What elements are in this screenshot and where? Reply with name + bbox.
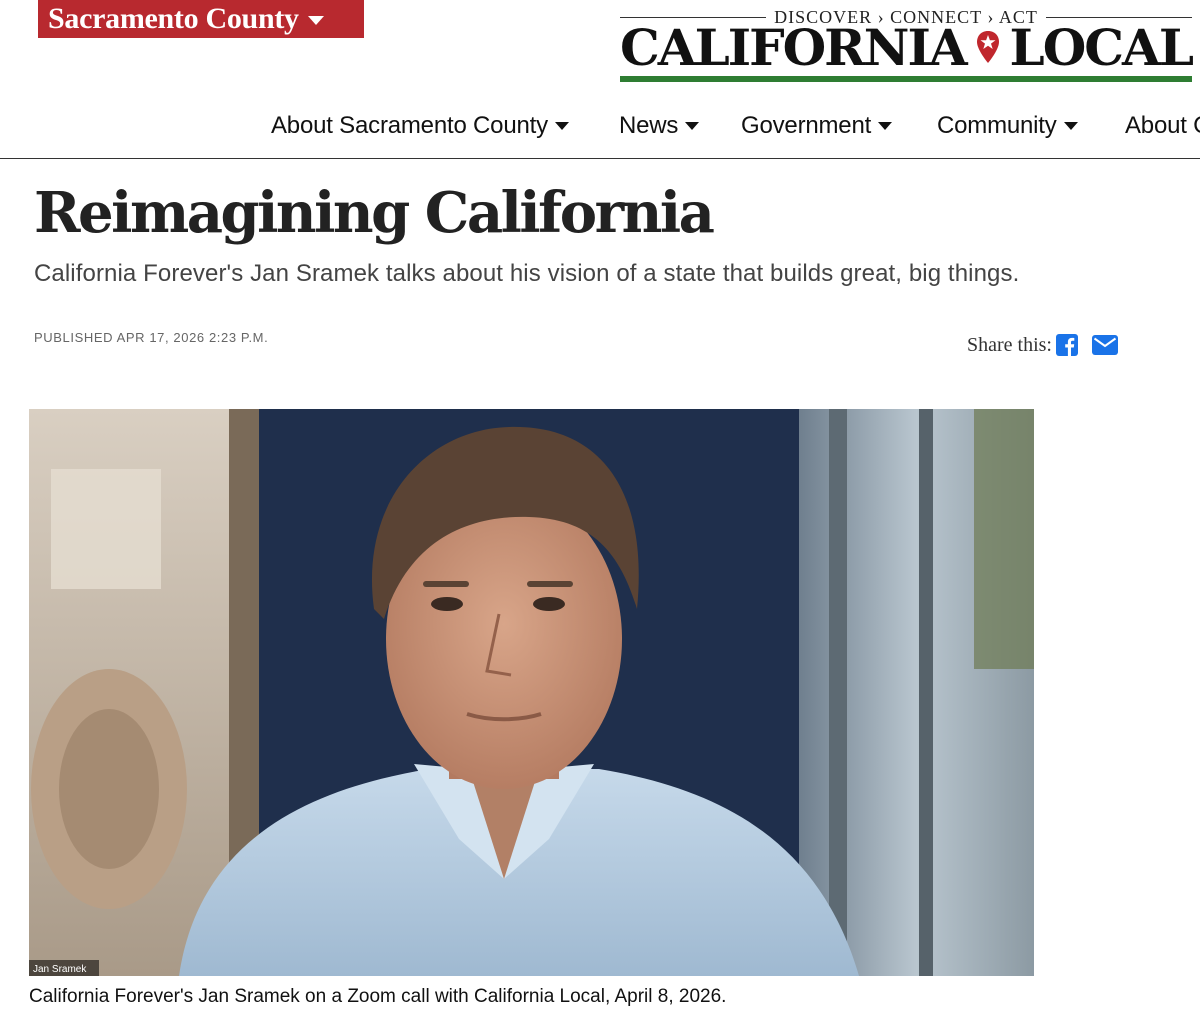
nav-item-label: News (619, 112, 679, 139)
logo-wordmark-left: CALIFORNIA (620, 17, 968, 77)
nav-item-about-sacramento-county[interactable]: About Sacramento County (271, 108, 569, 144)
mail-icon[interactable] (1092, 335, 1118, 355)
chevron-down-icon (1063, 122, 1078, 130)
logo-green-bar (620, 76, 1192, 82)
county-selector-label: Sacramento County (48, 2, 299, 35)
nav-item-label: About Sacramento County (271, 112, 548, 139)
article-subtitle: California Forever's Jan Sramek talks ab… (34, 260, 1020, 287)
logo-wordmark-right: LOCAL (1009, 17, 1194, 77)
nav-item-community[interactable]: Community (937, 108, 1078, 144)
chevron-down-icon (685, 122, 700, 130)
nav-item-about[interactable]: About C (1125, 108, 1200, 144)
logo-wordmark: CALIFORNIA LOCAL (620, 17, 1194, 77)
facebook-icon[interactable] (1056, 334, 1078, 356)
nav-item-label: About C (1125, 112, 1200, 139)
main-nav: About Sacramento County News Government … (0, 108, 1200, 144)
article-photo: Jan Sramek (29, 409, 1034, 976)
zoom-name-tag: Jan Sramek (33, 964, 87, 975)
nav-item-label: Government (741, 112, 872, 139)
photo-caption: California Forever's Jan Sramek on a Zoo… (29, 986, 727, 1007)
chevron-down-icon (307, 15, 324, 25)
share-bar: Share this: (967, 332, 1118, 358)
county-selector[interactable]: Sacramento County (38, 0, 364, 38)
chevron-down-icon (878, 122, 893, 130)
header-divider (0, 158, 1200, 159)
publish-date: PUBLISHED APR 17, 2026 2:23 P.M. (34, 330, 269, 345)
zoom-call-photo: Jan Sramek (29, 409, 1034, 976)
share-label: Share this: (967, 333, 1052, 356)
nav-item-news[interactable]: News (619, 108, 700, 144)
nav-item-label: Community (937, 112, 1057, 139)
map-pin-star-icon (976, 31, 999, 63)
site-logo[interactable]: DISCOVER › CONNECT › ACT CALIFORNIA LOCA… (620, 4, 1194, 84)
nav-item-government[interactable]: Government (741, 108, 893, 144)
page-title: Reimagining California (34, 180, 715, 246)
chevron-down-icon (554, 122, 569, 130)
